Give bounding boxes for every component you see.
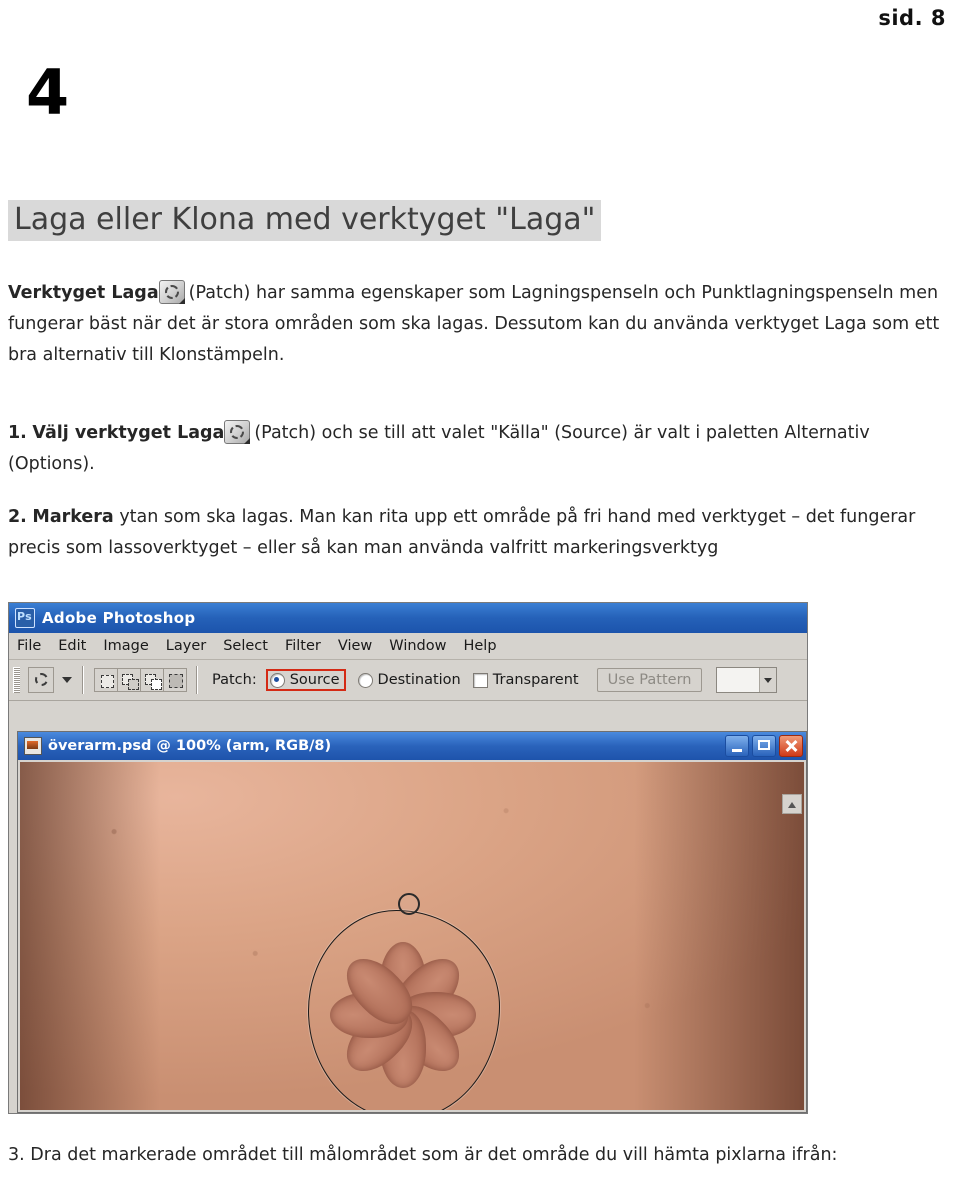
scroll-up-icon[interactable] bbox=[782, 794, 802, 814]
photo-shadow-right bbox=[634, 762, 804, 1110]
new-selection-button[interactable] bbox=[94, 668, 118, 692]
maximize-button[interactable] bbox=[752, 735, 776, 757]
step-2-paragraph: 2. Markera ytan som ska lagas. Man kan r… bbox=[8, 502, 952, 564]
page: sid. 8 4 Laga eller Klona med verktyget … bbox=[0, 0, 960, 1202]
patch-label: Patch: bbox=[212, 672, 257, 688]
pattern-swatch-picker[interactable] bbox=[716, 667, 778, 693]
radio-source-label: Source bbox=[289, 672, 340, 688]
options-bar-grip[interactable] bbox=[13, 667, 20, 693]
divider bbox=[82, 666, 84, 694]
selection-marquee bbox=[308, 910, 500, 1110]
document-title: överarm.psd @ 100% (arm, RGB/8) bbox=[48, 738, 332, 754]
menu-window[interactable]: Window bbox=[389, 638, 446, 654]
selection-mode-buttons[interactable] bbox=[94, 668, 187, 692]
step-2-text: ytan som ska lagas. Man kan rita upp ett… bbox=[8, 507, 916, 558]
menu-image[interactable]: Image bbox=[103, 638, 148, 654]
radio-source[interactable] bbox=[269, 672, 285, 688]
menu-select[interactable]: Select bbox=[223, 638, 268, 654]
radio-destination[interactable] bbox=[357, 672, 373, 688]
radio-destination-label: Destination bbox=[377, 672, 461, 688]
subtract-from-selection-button[interactable] bbox=[140, 668, 164, 692]
intersect-selection-button[interactable] bbox=[163, 668, 187, 692]
step-3-paragraph: 3. Dra det markerade området till målomr… bbox=[8, 1140, 952, 1171]
checkbox-transparent-label: Transparent bbox=[492, 672, 579, 688]
menu-layer[interactable]: Layer bbox=[166, 638, 206, 654]
photoshop-title: Adobe Photoshop bbox=[42, 609, 196, 627]
options-bar: Patch: Source Destination Transparent Us… bbox=[9, 660, 807, 701]
photoshop-window: Adobe Photoshop File Edit Image Layer Se… bbox=[8, 602, 808, 1114]
step-1-text-before-icon: Välj verktyget Laga bbox=[32, 423, 225, 443]
menu-filter[interactable]: Filter bbox=[285, 638, 321, 654]
window-controls[interactable] bbox=[725, 735, 803, 757]
transparent-checkbox-wrap[interactable]: Transparent bbox=[472, 672, 579, 688]
step-3-text: Dra det markerade området till målområde… bbox=[30, 1145, 838, 1165]
step-3-number: 3. bbox=[8, 1145, 25, 1165]
menu-help[interactable]: Help bbox=[463, 638, 496, 654]
patch-tool-icon bbox=[224, 420, 254, 446]
photo-shadow-left bbox=[20, 762, 160, 1110]
chevron-down-icon[interactable] bbox=[62, 677, 72, 683]
menu-file[interactable]: File bbox=[17, 638, 41, 654]
section-number: 4 bbox=[26, 56, 69, 129]
step-2-number: 2. bbox=[8, 507, 27, 527]
patch-tool-icon[interactable] bbox=[28, 667, 54, 693]
document-window: överarm.psd @ 100% (arm, RGB/8) bbox=[17, 731, 807, 1113]
photoshop-titlebar: Adobe Photoshop bbox=[9, 603, 807, 633]
source-radio-highlight[interactable]: Source bbox=[265, 669, 346, 691]
page-number: sid. 8 bbox=[878, 6, 946, 30]
intro-text-before-icon: Verktyget Laga bbox=[8, 283, 159, 303]
photoshop-menubar[interactable]: File Edit Image Layer Select Filter View… bbox=[9, 633, 807, 660]
step-1-paragraph: 1. Välj verktyget Laga (Patch) och se til… bbox=[8, 418, 952, 480]
divider bbox=[196, 666, 198, 694]
menu-view[interactable]: View bbox=[338, 638, 372, 654]
add-to-selection-button[interactable] bbox=[117, 668, 141, 692]
checkbox-transparent[interactable] bbox=[472, 672, 488, 688]
pattern-swatch[interactable] bbox=[717, 668, 760, 692]
selection-start-handle bbox=[398, 893, 420, 915]
use-pattern-button[interactable]: Use Pattern bbox=[596, 668, 703, 692]
close-button[interactable] bbox=[779, 735, 803, 757]
step-1-number: 1. bbox=[8, 423, 27, 443]
destination-radio[interactable]: Destination bbox=[357, 672, 461, 688]
step-2-bold-word: Markera bbox=[32, 507, 114, 527]
page-title: Laga eller Klona med verktyget "Laga" bbox=[8, 200, 602, 241]
photoshop-app-icon bbox=[15, 608, 35, 628]
minimize-button[interactable] bbox=[725, 735, 749, 757]
document-icon bbox=[24, 737, 42, 755]
chevron-down-icon[interactable] bbox=[759, 668, 777, 692]
menu-edit[interactable]: Edit bbox=[58, 638, 86, 654]
image-canvas[interactable] bbox=[20, 762, 804, 1110]
patch-tool-icon bbox=[158, 280, 189, 306]
intro-paragraph: Verktyget Laga (Patch) har samma egenskap… bbox=[8, 278, 952, 371]
document-titlebar: överarm.psd @ 100% (arm, RGB/8) bbox=[18, 732, 806, 760]
